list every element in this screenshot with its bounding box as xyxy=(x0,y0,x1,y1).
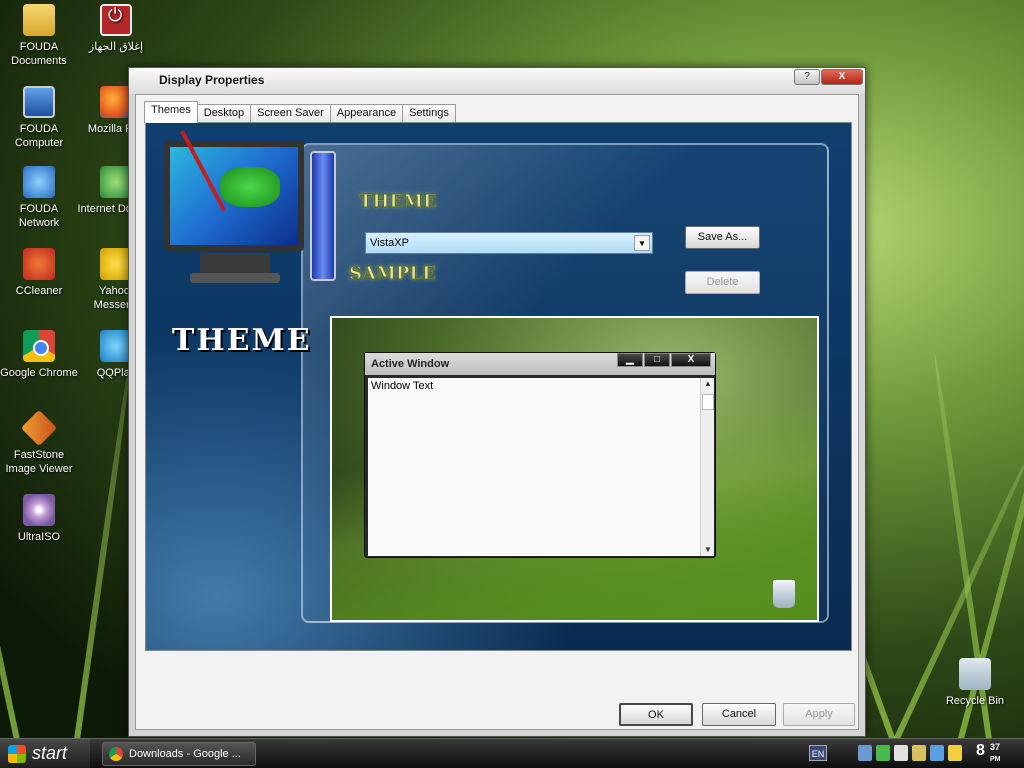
sample-window-text: Window Text xyxy=(371,380,434,392)
theme-select-value: VistaXP xyxy=(370,237,409,249)
taskbar-item-label: Downloads - Google ... xyxy=(129,748,241,760)
cancel-button[interactable]: Cancel xyxy=(702,703,776,726)
minimize-icon: ▁ xyxy=(617,353,643,367)
chrome-icon xyxy=(23,330,55,362)
theme-label: THEME xyxy=(359,191,438,213)
close-icon: X xyxy=(671,353,711,367)
desktop-icon-faststone[interactable]: FastStone Image Viewer xyxy=(0,409,78,476)
dialog-titlebar[interactable]: Display Properties ? X xyxy=(129,68,865,94)
desktop-icon-label: UltraISO xyxy=(17,531,61,543)
ultraiso-icon xyxy=(23,494,55,526)
tray-icon[interactable] xyxy=(858,745,872,761)
tab-desktop[interactable]: Desktop xyxy=(196,104,252,123)
desktop-icon-chrome[interactable]: Google Chrome xyxy=(0,330,78,380)
windows-logo-icon xyxy=(8,745,26,763)
scroll-thumb xyxy=(702,394,714,410)
sample-preview: Active Window ▁ □ X Window Text ▲ ▼ xyxy=(330,316,819,622)
monitor-base xyxy=(190,273,280,283)
computer-tower-icon xyxy=(310,151,336,281)
sample-window-body: Window Text ▲ ▼ xyxy=(368,378,714,556)
monitor-screen xyxy=(164,141,304,251)
tab-strip: Themes Desktop Screen Saver Appearance S… xyxy=(144,101,456,123)
monitor-illustration xyxy=(160,130,340,301)
dialog-body: Themes Desktop Screen Saver Appearance S… xyxy=(135,94,859,730)
power-icon xyxy=(100,4,132,36)
monitor-stand xyxy=(200,253,270,273)
desktop-icon-label: CCleaner xyxy=(15,285,63,297)
desktop-icon-label: Recycle Bin xyxy=(945,695,1005,707)
taskbar: start Downloads - Google ... EN 8 37 PM xyxy=(0,738,1024,768)
chrome-icon xyxy=(109,747,123,761)
faststone-icon xyxy=(20,409,58,447)
recycle-bin-icon xyxy=(773,580,795,608)
desktop-icon-label: FOUDA Documents xyxy=(11,41,67,67)
clock-minutes: 37 xyxy=(990,742,1001,752)
desktop-icon-network[interactable]: FOUDA Network xyxy=(0,166,78,230)
desktop-icon-label: FastStone Image Viewer xyxy=(5,449,73,475)
close-button[interactable]: X xyxy=(821,69,863,85)
desktop-icon-label: Google Chrome xyxy=(0,367,78,379)
theme-select[interactable]: VistaXP ▼ xyxy=(365,232,653,254)
clock[interactable]: 8 37 PM xyxy=(976,742,1001,763)
tray-icon[interactable] xyxy=(930,745,944,761)
folder-icon xyxy=(23,4,55,36)
desktop-icon-label: إغلاق الجهاز xyxy=(88,41,144,53)
tab-appearance[interactable]: Appearance xyxy=(329,104,404,123)
chevron-down-icon[interactable]: ▼ xyxy=(634,235,650,251)
sample-scrollbar: ▲ ▼ xyxy=(700,378,714,556)
scroll-up-icon: ▲ xyxy=(704,379,712,388)
desktop-icon-ultraiso[interactable]: UltraISO xyxy=(0,494,78,544)
computer-icon xyxy=(23,86,55,118)
maximize-icon: □ xyxy=(644,353,670,367)
tab-settings[interactable]: Settings xyxy=(402,104,456,123)
desktop-icon-label: FOUDA Network xyxy=(18,203,60,229)
desktop-icon-documents[interactable]: FOUDA Documents xyxy=(0,4,78,68)
tab-screen-saver[interactable]: Screen Saver xyxy=(250,104,331,123)
language-indicator[interactable]: EN xyxy=(809,745,827,761)
help-button[interactable]: ? xyxy=(794,69,820,85)
sample-window-title: Active Window xyxy=(371,358,450,370)
tray-icon[interactable] xyxy=(912,745,926,761)
tray-icon[interactable] xyxy=(876,745,890,761)
ok-button[interactable]: OK xyxy=(619,703,693,726)
dialog-title: Display Properties xyxy=(159,73,265,87)
system-tray xyxy=(858,745,966,761)
start-button[interactable]: start xyxy=(0,739,90,768)
desktop-icon-ccleaner[interactable]: CCleaner xyxy=(0,248,78,298)
scroll-down-icon: ▼ xyxy=(704,545,712,554)
display-properties-dialog: Display Properties ? X Themes Desktop Sc… xyxy=(128,67,866,737)
ccleaner-icon xyxy=(23,248,55,280)
theme-heading: THEME xyxy=(172,323,312,358)
tray-icon[interactable] xyxy=(948,745,962,761)
themes-pane: THEME THEME SAMPLE VistaXP ▼ Save As... … xyxy=(145,122,852,651)
sample-active-window: Active Window ▁ □ X Window Text ▲ ▼ xyxy=(364,352,716,558)
clock-ampm: PM xyxy=(990,756,1001,763)
desktop-icon-recycle-bin[interactable]: Recycle Bin xyxy=(936,658,1014,708)
sample-window-titlebar: Active Window ▁ □ X xyxy=(365,353,715,375)
recycle-bin-icon xyxy=(959,658,991,690)
desktop-icon-label: FOUDA Computer xyxy=(14,123,64,149)
sample-window-controls: ▁ □ X xyxy=(616,353,711,367)
start-label: start xyxy=(32,743,68,763)
desktop-icon-shutdown[interactable]: إغلاق الجهاز xyxy=(77,4,155,54)
tray-icon[interactable] xyxy=(894,745,908,761)
clock-hour: 8 xyxy=(976,742,985,759)
taskbar-item-chrome[interactable]: Downloads - Google ... xyxy=(102,742,256,766)
save-as-button[interactable]: Save As... xyxy=(685,226,760,249)
desktop-icon-computer[interactable]: FOUDA Computer xyxy=(0,86,78,150)
delete-button[interactable]: Delete xyxy=(685,271,760,294)
sample-label: SAMPLE xyxy=(349,263,437,285)
tab-themes[interactable]: Themes xyxy=(144,101,198,123)
network-icon xyxy=(23,166,55,198)
apply-button[interactable]: Apply xyxy=(783,703,855,726)
